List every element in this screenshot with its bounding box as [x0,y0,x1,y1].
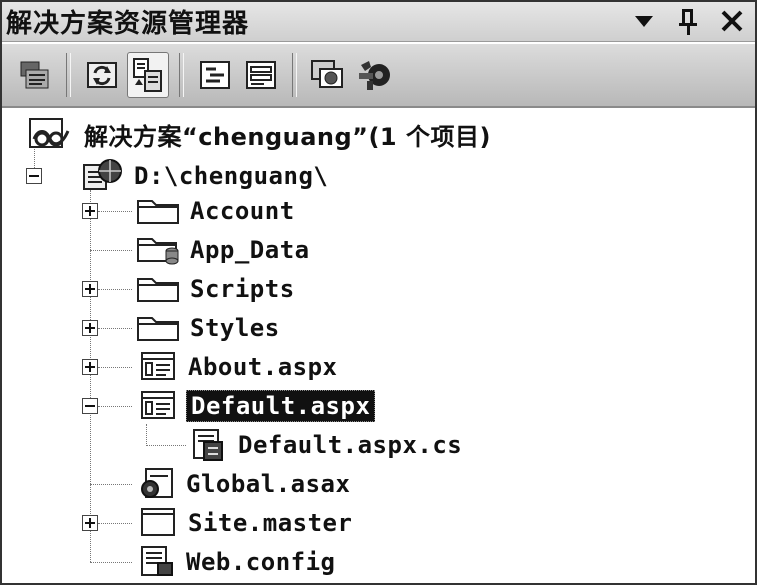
app-data-folder-icon [137,238,179,265]
tree-node-about-aspx[interactable]: About.aspx [138,349,338,385]
tree-item-label: Account [190,197,295,225]
folder-icon [137,278,179,302]
tree-node-default-aspx-cs[interactable]: Default.aspx.cs [190,427,462,463]
tree-node-project[interactable]: D:\chenguang\ [80,158,328,194]
auto-hide-pin-button[interactable] [673,4,703,38]
close-icon [721,10,743,32]
web-project-icon [83,159,122,190]
chevron-down-icon [635,16,653,27]
nest-related-files-icon [133,58,162,92]
title-controls [629,4,747,38]
collapse-toggle[interactable] [82,398,98,414]
copy-website-button[interactable] [307,52,349,98]
solution-explorer-panel: 解决方案资源管理器 解决方案“chenguang”(1 个项目) D:\chen… [0,0,757,585]
tree-connector [146,445,186,446]
csharp-file-icon [193,429,223,461]
solution-icon [29,118,70,148]
web-form-icon [141,352,175,380]
master-page-icon [141,508,175,536]
view-code-button[interactable] [194,52,236,98]
toolbar-separator [179,53,184,97]
project-label: D:\chenguang\ [134,162,329,190]
tree-node-web-config[interactable]: Web.config [138,544,336,580]
tree-connector [98,406,132,407]
view-designer-icon [246,61,276,89]
tree-connector [98,211,132,212]
pin-icon [679,9,697,35]
expand-toggle[interactable] [82,203,98,219]
expand-toggle[interactable] [82,359,98,375]
tree-connector [146,424,147,446]
toolbar-separator [66,53,71,97]
tree-item-label: App_Data [190,236,310,264]
solution-explorer-toolbar [2,44,755,108]
solution-label: 解决方案“chenguang”(1 个项目) [84,122,491,151]
tree-item-label-selected: Default.aspx [186,390,376,422]
tree-item-label: Web.config [186,548,336,576]
folder-icon [137,317,179,341]
view-designer-button[interactable] [240,52,282,98]
tree-item-label: Scripts [190,275,295,303]
tree-connector [90,562,132,563]
refresh-icon [87,62,117,88]
tree-node-app-data[interactable]: App_Data [136,232,310,268]
panel-title: 解决方案资源管理器 [6,9,250,39]
tree-item-label: Global.asax [186,470,351,498]
tree-connector [90,250,132,251]
properties-button[interactable] [14,52,56,98]
tree-node-site-master[interactable]: Site.master [138,505,352,541]
tree-connector [98,367,132,368]
copy-website-icon [311,60,343,88]
view-code-icon [200,61,230,89]
tree-node-solution[interactable]: 解决方案“chenguang”(1 个项目) [28,116,491,152]
refresh-button[interactable] [81,52,123,98]
tree-item-label: Site.master [188,509,353,537]
tree-item-label: About.aspx [188,353,338,381]
collapse-toggle[interactable] [26,168,42,184]
tree-connector [98,523,132,524]
nest-related-files-button[interactable] [127,52,169,98]
tree-item-label: Default.aspx.cs [238,431,463,459]
tree-node-styles[interactable]: Styles [136,310,280,346]
tree-node-scripts[interactable]: Scripts [136,271,295,307]
solution-tree: 解决方案“chenguang”(1 个项目) D:\chenguang\ Acc… [2,110,755,583]
properties-icon [20,61,49,89]
tree-node-global-asax[interactable]: Global.asax [136,466,350,502]
tree-node-default-aspx[interactable]: Default.aspx [138,388,376,424]
tree-connector [98,289,132,290]
config-file-icon [141,546,173,576]
toolbar-separator [292,53,297,97]
close-button[interactable] [717,4,747,38]
asp-net-configuration-button[interactable] [353,52,395,98]
tree-node-account[interactable]: Account [136,193,295,229]
tree-connector [90,190,91,562]
expand-toggle[interactable] [82,320,98,336]
window-position-dropdown-button[interactable] [629,4,659,38]
web-form-icon [141,391,175,419]
folder-icon [137,200,179,224]
asp-net-configuration-icon [359,61,390,90]
tree-item-label: Styles [190,314,280,342]
global-application-class-icon [141,468,173,498]
tree-connector [90,484,132,485]
tree-connector [98,328,132,329]
expand-toggle[interactable] [82,281,98,297]
panel-titlebar: 解决方案资源管理器 [2,2,755,42]
expand-toggle[interactable] [82,515,98,531]
